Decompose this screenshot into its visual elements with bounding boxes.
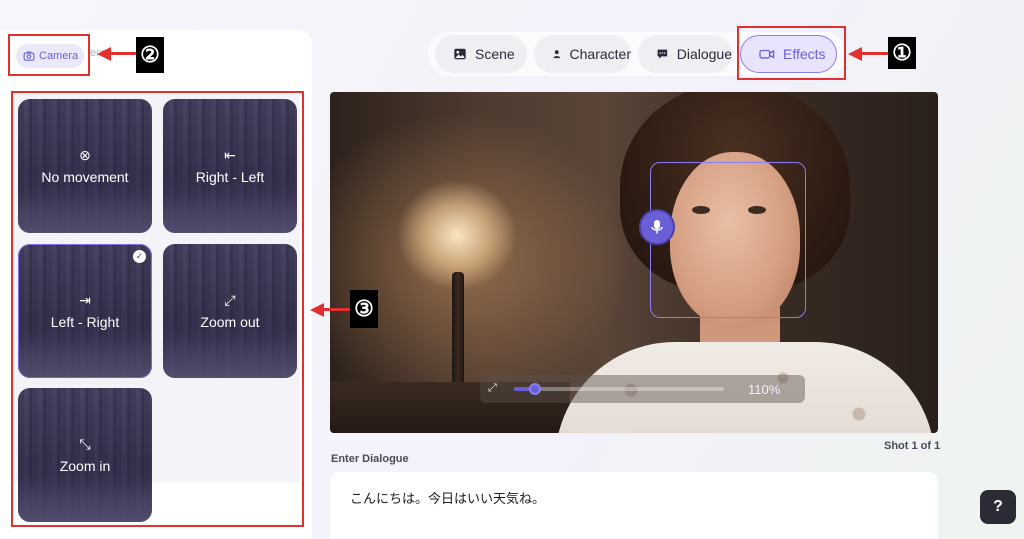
chat-bubble-icon <box>657 49 668 59</box>
annotation-badge-2: ② <box>136 37 164 73</box>
effect-card-label: Zoom in <box>59 457 111 474</box>
effect-card-label: No movement <box>41 168 129 185</box>
dialogue-text: こんにちは。今日はいい天気ね。 <box>350 492 546 507</box>
tab-label: Scene <box>475 46 515 62</box>
annotation-badge-3: ③ <box>350 290 378 328</box>
annotation-arrowhead-1 <box>848 46 862 61</box>
tab-character[interactable]: Character <box>534 35 631 73</box>
tab-label: Character <box>569 46 631 62</box>
annotation-box-effects-grid <box>11 91 304 527</box>
effect-card-label: Left - Right <box>50 313 120 330</box>
collapse-arrows-icon: ⤡ <box>79 435 91 452</box>
user-icon <box>553 50 561 59</box>
shot-counter: Shot 1 of 1 <box>884 440 941 452</box>
annotation-arrow-2 <box>110 52 136 55</box>
annotation-box-effects <box>737 26 846 80</box>
arrow-left-to-bar-icon: ⇤ <box>224 146 236 163</box>
help-button[interactable]: ? <box>980 490 1016 524</box>
microphone-icon <box>651 220 663 234</box>
annotation-arrowhead-2 <box>97 46 111 61</box>
annotation-arrow-1 <box>860 52 888 55</box>
selected-check-icon: ✓ <box>133 250 146 263</box>
tab-scene[interactable]: Scene <box>435 35 527 73</box>
face-detection-box[interactable] <box>650 162 806 318</box>
effect-card-label: Zoom out <box>200 313 260 330</box>
video-preview[interactable]: ⤢ 110% <box>330 92 938 433</box>
annotation-arrowhead-3 <box>310 302 324 317</box>
effect-card-label: Right - Left <box>195 168 265 185</box>
dialogue-label: Enter Dialogue <box>331 453 409 465</box>
image-icon <box>454 48 466 60</box>
arrow-right-to-bar-icon: ⇥ <box>79 291 91 308</box>
annotation-badge-1: ① <box>888 37 916 69</box>
background-lamp <box>452 272 464 392</box>
tab-dialogue[interactable]: Dialogue <box>638 35 732 73</box>
no-movement-icon: ⊗ <box>79 146 91 163</box>
tab-label: Dialogue <box>676 46 732 62</box>
zoom-control: ⤢ 110% <box>480 375 805 403</box>
zoom-value: 110% <box>748 382 781 397</box>
annotation-box-camera <box>8 34 90 76</box>
voice-button[interactable] <box>639 209 675 245</box>
annotation-arrow-3 <box>322 308 350 311</box>
zoom-slider-thumb[interactable] <box>529 383 541 395</box>
dialogue-input[interactable]: こんにちは。今日はいい天気ね。 <box>330 472 938 539</box>
expand-arrows-icon: ⤢ <box>224 291 236 308</box>
expand-icon[interactable]: ⤢ <box>488 382 497 395</box>
zoom-slider[interactable] <box>514 383 724 395</box>
